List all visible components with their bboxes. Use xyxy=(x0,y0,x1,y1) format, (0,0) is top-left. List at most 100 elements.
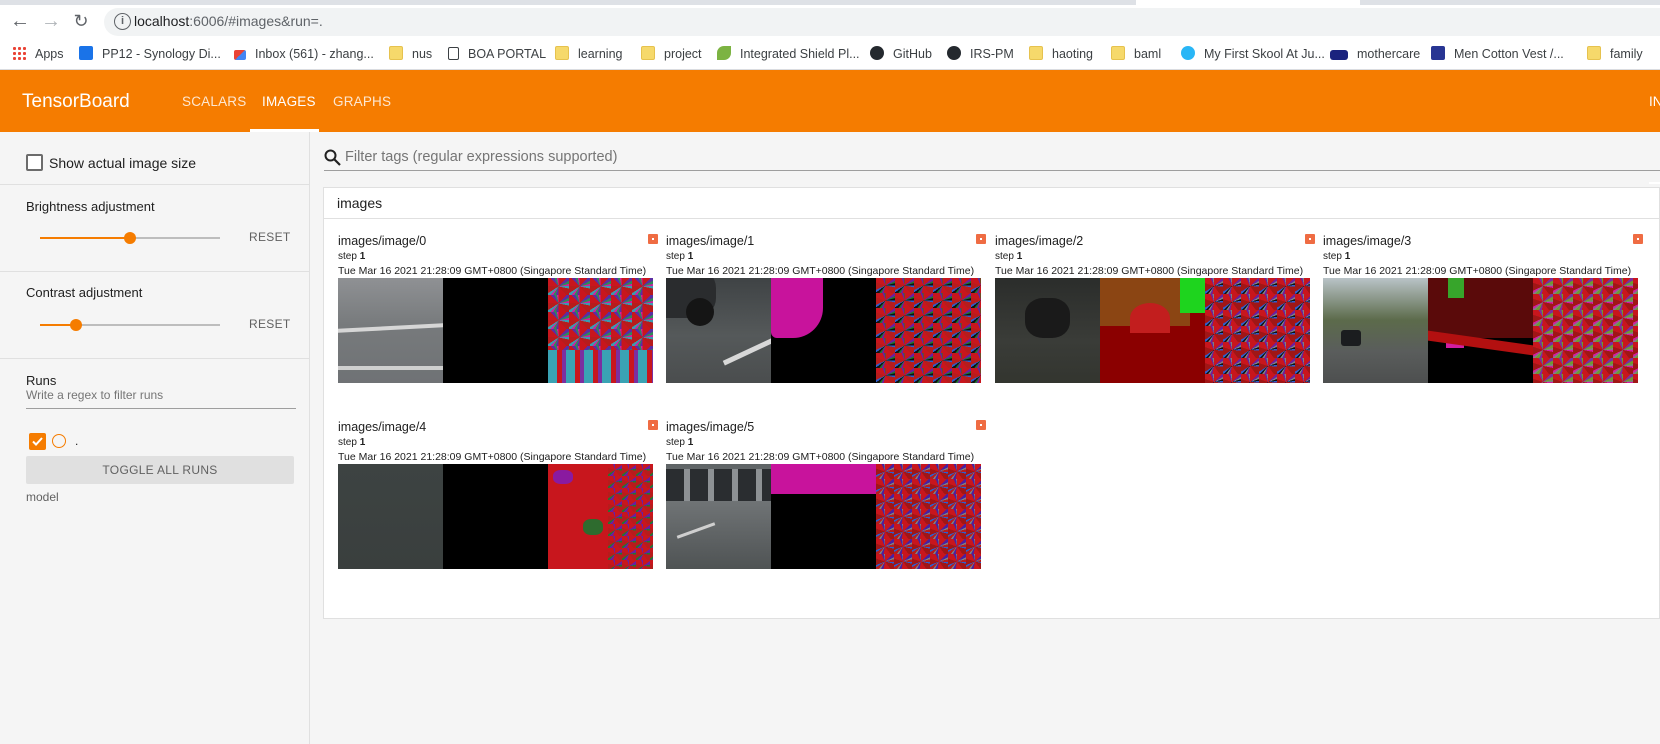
bookmark-apps[interactable]: Apps xyxy=(12,44,64,64)
bookmark-learning[interactable]: learning xyxy=(555,44,622,64)
bookmark-baml[interactable]: baml xyxy=(1111,44,1161,64)
browser-toolbar: ← → ↻ i localhost:6006/#images&run=. xyxy=(0,5,1660,38)
bookmark-family[interactable]: family xyxy=(1587,44,1643,64)
prediction-image xyxy=(548,464,653,569)
bookmark-my-first-skool[interactable]: My First Skool At Ju... xyxy=(1181,44,1325,64)
folder-icon xyxy=(555,46,569,60)
folder-icon xyxy=(389,46,403,60)
globe-icon xyxy=(1181,46,1195,60)
divider xyxy=(0,358,310,359)
tab-graphs[interactable]: GRAPHS xyxy=(333,94,391,109)
card-menu-icon[interactable] xyxy=(976,234,986,244)
brightness-reset-button[interactable]: RESET xyxy=(249,230,291,244)
tab-images[interactable]: IMAGES xyxy=(262,94,316,109)
camera-image xyxy=(995,278,1100,383)
document-icon xyxy=(448,47,459,60)
brightness-title: Brightness adjustment xyxy=(26,199,155,214)
bookmark-synology[interactable]: PP12 - Synology Di... xyxy=(79,44,221,64)
app-title: TensorBoard xyxy=(22,91,130,112)
runs-filter-input[interactable]: Write a regex to filter runs xyxy=(26,388,296,409)
card-timestamp: Tue Mar 16 2021 21:28:09 GMT+0800 (Singa… xyxy=(338,265,647,277)
brightness-slider-fill xyxy=(40,237,130,239)
card-step: step 1 xyxy=(338,251,366,262)
folder-icon xyxy=(1029,46,1043,60)
image-preview[interactable] xyxy=(338,278,654,383)
run-name: . xyxy=(75,434,79,448)
bookmark-inbox[interactable]: Inbox (561) - zhang... xyxy=(234,44,374,64)
site-info-icon[interactable]: i xyxy=(114,13,131,30)
folder-icon xyxy=(641,46,655,60)
bookmark-haoting[interactable]: haoting xyxy=(1029,44,1093,64)
label-mask-image xyxy=(443,464,548,569)
bookmark-integrated-shield[interactable]: Integrated Shield Pl... xyxy=(717,44,860,64)
card-timestamp: Tue Mar 16 2021 21:28:09 GMT+0800 (Singa… xyxy=(666,451,975,463)
camera-image xyxy=(338,278,443,383)
card-menu-icon[interactable] xyxy=(648,234,658,244)
image-preview[interactable] xyxy=(995,278,1311,383)
card-timestamp: Tue Mar 16 2021 21:28:09 GMT+0800 (Singa… xyxy=(338,451,647,463)
run-checkbox[interactable] xyxy=(29,433,46,450)
github-icon xyxy=(870,46,884,60)
camera-image xyxy=(666,278,771,383)
card-menu-icon[interactable] xyxy=(976,420,986,430)
run-color-radio[interactable] xyxy=(52,434,66,448)
divider xyxy=(0,184,310,185)
label-mask-image xyxy=(771,278,876,383)
bookmark-boa-portal[interactable]: BOA PORTAL xyxy=(448,44,546,64)
panel-header[interactable]: images xyxy=(324,188,1659,219)
bookmark-github[interactable]: GitHub xyxy=(870,44,932,64)
label-mask-image xyxy=(443,278,548,383)
tensorboard-header: TensorBoard SCALARS IMAGES GRAPHS IN xyxy=(0,70,1660,184)
folder-icon xyxy=(1111,46,1125,60)
bookmark-men-cotton-vest[interactable]: Men Cotton Vest /... xyxy=(1431,44,1564,64)
card-menu-icon[interactable] xyxy=(648,420,658,430)
card-title: images/image/4 xyxy=(338,420,427,434)
tag-filter-input[interactable]: Filter tags (regular expressions support… xyxy=(345,149,617,165)
bookmark-mothercare[interactable]: mothercare xyxy=(1330,44,1420,64)
reload-icon[interactable]: ↻ xyxy=(68,8,94,34)
image-card: images/image/0 step 1 Tue Mar 16 2021 21… xyxy=(338,234,658,409)
contrast-reset-button[interactable]: RESET xyxy=(249,317,291,331)
image-preview[interactable] xyxy=(666,464,982,569)
card-title: images/image/0 xyxy=(338,234,427,248)
image-card: images/image/3 step 1 Tue Mar 16 2021 21… xyxy=(1323,234,1643,409)
back-icon[interactable]: ← xyxy=(7,8,33,34)
address-bar[interactable]: i localhost:6006/#images&run=. xyxy=(104,8,1660,36)
show-actual-size-checkbox[interactable] xyxy=(26,154,43,171)
forward-icon[interactable]: → xyxy=(38,8,64,34)
image-preview[interactable] xyxy=(666,278,982,383)
runs-title: Runs xyxy=(26,373,57,388)
card-timestamp: Tue Mar 16 2021 21:28:09 GMT+0800 (Singa… xyxy=(995,265,1304,277)
prediction-image xyxy=(876,278,981,383)
bookmark-nus[interactable]: nus xyxy=(389,44,432,64)
card-title: images/image/5 xyxy=(666,420,755,434)
panel-title: images xyxy=(337,195,383,211)
inactive-dropdown[interactable]: IN xyxy=(1649,94,1660,109)
label-mask-image xyxy=(771,464,876,569)
prediction-image xyxy=(1533,278,1638,383)
card-menu-icon[interactable] xyxy=(1305,234,1315,244)
folder-icon xyxy=(1587,46,1601,60)
prediction-image xyxy=(876,464,981,569)
toggle-all-runs-button[interactable]: TOGGLE ALL RUNS xyxy=(26,456,294,484)
image-preview[interactable] xyxy=(1323,278,1639,383)
shop-icon xyxy=(1431,46,1445,60)
tab-scalars[interactable]: SCALARS xyxy=(182,94,246,109)
mothercare-icon xyxy=(1330,50,1348,60)
card-title: images/image/1 xyxy=(666,234,755,248)
card-title: images/image/3 xyxy=(1323,234,1412,248)
bookmarks-bar: Apps PP12 - Synology Di... Inbox (561) -… xyxy=(0,38,1660,70)
label-mask-image xyxy=(1100,278,1205,383)
image-card: images/image/1 step 1 Tue Mar 16 2021 21… xyxy=(666,234,986,409)
contrast-slider-knob[interactable] xyxy=(70,319,82,331)
url-text[interactable]: localhost:6006/#images&run=. xyxy=(134,13,323,29)
tag-filter-underline xyxy=(324,170,1660,171)
image-preview[interactable] xyxy=(338,464,654,569)
bookmark-irs-pm[interactable]: IRS-PM xyxy=(947,44,1014,64)
bookmark-project[interactable]: project xyxy=(641,44,702,64)
brightness-slider-knob[interactable] xyxy=(124,232,136,244)
card-timestamp: Tue Mar 16 2021 21:28:09 GMT+0800 (Singa… xyxy=(1323,265,1632,277)
inactive-dropdown-underline xyxy=(1649,182,1660,184)
run-group-label: model xyxy=(26,490,59,504)
card-menu-icon[interactable] xyxy=(1633,234,1643,244)
